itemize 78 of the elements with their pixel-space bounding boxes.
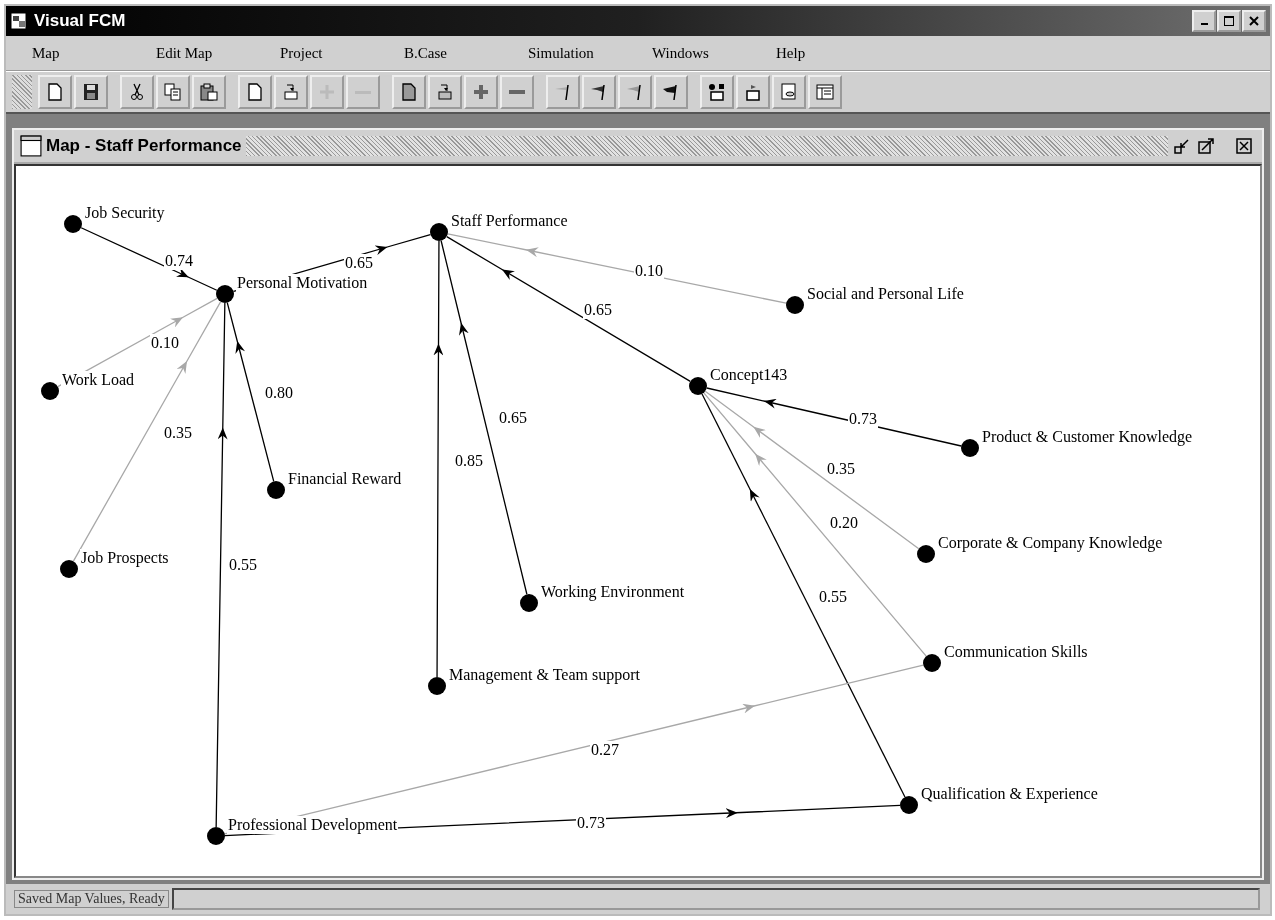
toolbar-button[interactable]	[582, 75, 616, 109]
node-dot[interactable]	[961, 439, 979, 457]
menu-item[interactable]: Edit Map	[156, 44, 280, 62]
restore-icon	[1174, 138, 1190, 154]
panel-window-icon	[815, 82, 835, 102]
node-label: Qualification & Experience	[920, 785, 1099, 803]
weight-label: 0.10	[634, 262, 664, 280]
menu-item[interactable]: B.Case	[404, 44, 528, 62]
node-dot[interactable]	[267, 481, 285, 499]
toolbar-button[interactable]	[736, 75, 770, 109]
copy-icon	[163, 82, 183, 102]
node-label: Concept143	[709, 366, 789, 384]
menu-item[interactable]: Help	[776, 44, 900, 62]
document-icon	[399, 82, 419, 102]
node-dot[interactable]	[428, 677, 446, 695]
status-text: Saved Map Values, Ready	[14, 890, 169, 908]
toolbar-grip[interactable]	[12, 75, 32, 109]
minimize-icon	[1200, 23, 1208, 25]
node-dot[interactable]	[786, 296, 804, 314]
weight-label: 0.65	[583, 301, 613, 319]
window-title: Visual FCM	[34, 11, 127, 31]
node-dot[interactable]	[41, 382, 59, 400]
window-icon	[20, 135, 42, 157]
close-icon	[1236, 138, 1252, 154]
menu-item[interactable]: Windows	[652, 44, 776, 62]
close-button[interactable]	[1234, 136, 1254, 156]
close-icon	[1248, 15, 1260, 27]
minus-icon	[509, 90, 525, 94]
node-dot[interactable]	[923, 654, 941, 672]
document-icon	[45, 82, 65, 102]
maximize-icon	[1198, 138, 1214, 154]
weight-label: 0.73	[848, 410, 878, 428]
box-icon	[743, 82, 763, 102]
node-label: Personal Motivation	[236, 274, 369, 292]
menu-item[interactable]: Map	[32, 44, 156, 62]
node-dot[interactable]	[430, 223, 448, 241]
node-dot[interactable]	[689, 377, 707, 395]
maximize-button[interactable]	[1196, 136, 1216, 156]
restore-button[interactable]	[1172, 136, 1192, 156]
node-dot[interactable]	[900, 796, 918, 814]
node-label: Product & Customer Knowledge	[981, 428, 1194, 446]
node-label: Job Prospects	[80, 549, 170, 567]
maximize-button[interactable]	[1217, 10, 1241, 32]
node-dot[interactable]	[216, 285, 234, 303]
node-label: Professional Development	[227, 816, 399, 834]
node-label: Job Security	[84, 204, 166, 222]
node-dot[interactable]	[917, 545, 935, 563]
node-label: Work Load	[61, 371, 136, 389]
node-dot[interactable]	[64, 215, 82, 233]
toolbar-button[interactable]	[392, 75, 426, 109]
node-label: Corporate & Company Knowledge	[937, 534, 1164, 552]
toolbar-button[interactable]	[120, 75, 154, 109]
node-dot[interactable]	[60, 560, 78, 578]
node-dot[interactable]	[520, 594, 538, 612]
menu-item[interactable]: Project	[280, 44, 404, 62]
toolbar-button[interactable]	[38, 75, 72, 109]
node-label: Management & Team support	[448, 666, 641, 684]
shapes-box-icon	[707, 82, 727, 102]
plus-icon	[471, 82, 491, 102]
document-arrow-icon	[435, 82, 455, 102]
toolbar-button[interactable]	[654, 75, 688, 109]
document-icon	[245, 82, 265, 102]
menu-item[interactable]: Simulation	[528, 44, 652, 62]
toolbar-button[interactable]	[192, 75, 226, 109]
node-dot[interactable]	[207, 827, 225, 845]
clipboard-icon	[199, 82, 219, 102]
app-icon	[10, 12, 28, 30]
map-window-title: Map - Staff Performance	[46, 136, 242, 156]
close-button[interactable]	[1242, 10, 1266, 32]
database-window-icon	[779, 82, 799, 102]
toolbar-button[interactable]	[74, 75, 108, 109]
minimize-button[interactable]	[1192, 10, 1216, 32]
maximize-icon	[1223, 15, 1235, 27]
weight-label: 0.74	[164, 252, 194, 270]
node-label: Working Environment	[540, 583, 686, 601]
toolbar-button[interactable]	[700, 75, 734, 109]
toolbar-button[interactable]	[238, 75, 272, 109]
document-arrow-icon	[281, 82, 301, 102]
